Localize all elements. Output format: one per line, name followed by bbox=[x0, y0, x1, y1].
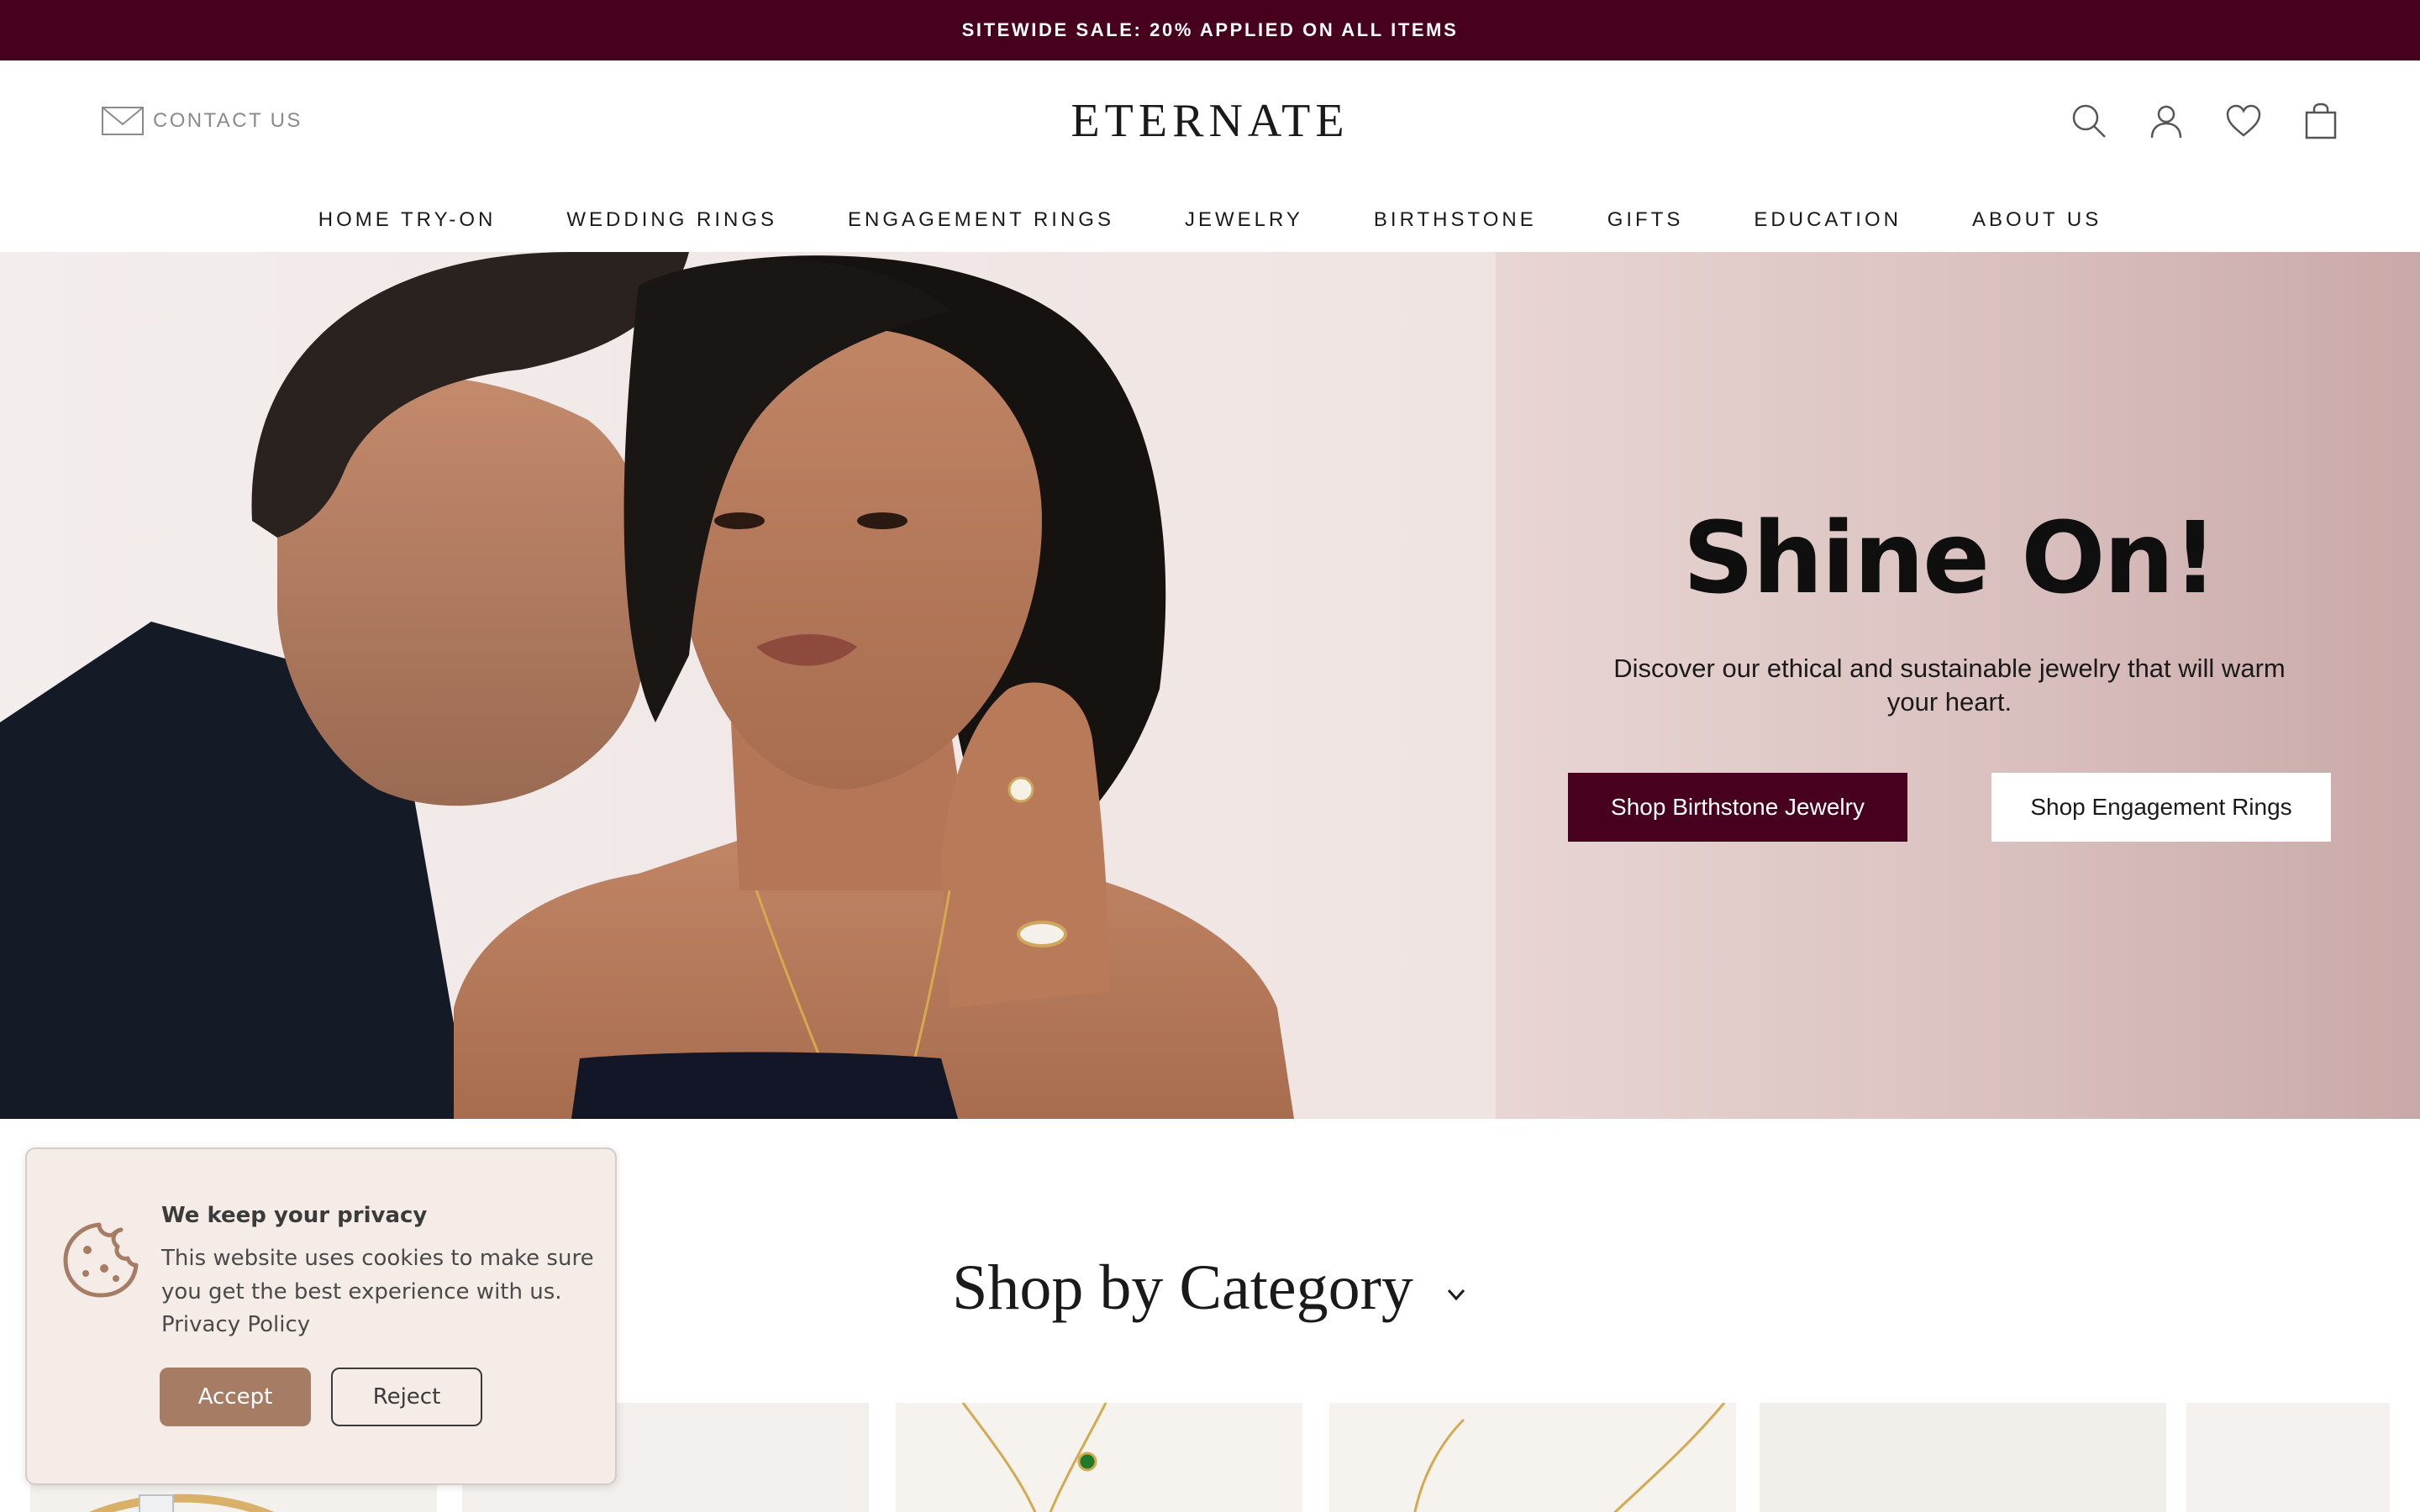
hero-banner: Shine On! Discover our ethical and susta… bbox=[0, 252, 2420, 1119]
hero-title: Shine On! bbox=[1682, 500, 2218, 616]
promo-text: SITEWIDE SALE: 20% APPLIED ON ALL ITEMS bbox=[961, 19, 1459, 40]
category-card-necklaces[interactable] bbox=[1329, 1403, 1736, 1512]
cookie-consent-banner: We keep your privacy This website uses c… bbox=[25, 1147, 617, 1485]
nav-item-about-us[interactable]: ABOUT US bbox=[1937, 208, 2137, 232]
cart-button[interactable] bbox=[2302, 101, 2339, 141]
site-header: CONTACT US ETERNATE HOME TRY-ON WEDDING … bbox=[0, 60, 2420, 252]
main-nav: HOME TRY-ON WEDDING RINGS ENGAGEMENT RIN… bbox=[0, 208, 2420, 232]
nav-item-jewelry[interactable]: JEWELRY bbox=[1150, 208, 1339, 232]
category-card-6[interactable] bbox=[2186, 1403, 2390, 1512]
account-icon bbox=[2150, 105, 2182, 139]
contact-us-link[interactable]: CONTACT US bbox=[101, 106, 302, 136]
shop-birthstone-jewelry-button[interactable]: Shop Birthstone Jewelry bbox=[1568, 772, 1907, 842]
hero-couple-photo bbox=[0, 252, 1496, 1119]
promo-bar: SITEWIDE SALE: 20% APPLIED ON ALL ITEMS bbox=[0, 0, 2420, 60]
cookie-title: We keep your privacy bbox=[161, 1203, 428, 1228]
accept-cookies-button[interactable]: Accept bbox=[160, 1368, 311, 1426]
logo-wrap: ETERNATE bbox=[0, 94, 2420, 148]
heart-icon bbox=[2226, 104, 2261, 137]
reject-cookies-button[interactable]: Reject bbox=[331, 1368, 482, 1426]
hero-subtitle: Discover our ethical and sustainable jew… bbox=[1613, 653, 2286, 717]
search-button[interactable] bbox=[2070, 101, 2107, 141]
search-icon bbox=[2072, 104, 2106, 138]
category-card-birthstone[interactable] bbox=[896, 1403, 1302, 1512]
shopping-bag-icon bbox=[2305, 102, 2337, 139]
category-card-5[interactable] bbox=[1760, 1403, 2166, 1512]
hero-copy: Shine On! Discover our ethical and susta… bbox=[1546, 500, 2353, 842]
section-title-text: Shop by Category bbox=[952, 1252, 1413, 1323]
nav-item-wedding-rings[interactable]: WEDDING RINGS bbox=[531, 208, 813, 232]
contact-us-label: CONTACT US bbox=[153, 109, 302, 132]
nav-item-birthstone[interactable]: BIRTHSTONE bbox=[1339, 208, 1572, 232]
nav-item-gifts[interactable]: GIFTS bbox=[1572, 208, 1719, 232]
nav-item-home-try-on[interactable]: HOME TRY-ON bbox=[283, 208, 532, 232]
header-actions bbox=[2070, 101, 2339, 141]
site-logo[interactable]: ETERNATE bbox=[1071, 95, 1349, 147]
wishlist-button[interactable] bbox=[2225, 101, 2262, 141]
cookie-text: This website uses cookies to make sure y… bbox=[161, 1246, 594, 1305]
privacy-policy-link[interactable]: Privacy Policy bbox=[161, 1312, 310, 1337]
shop-engagement-rings-button[interactable]: Shop Engagement Rings bbox=[1991, 772, 2331, 842]
mail-icon bbox=[102, 107, 144, 135]
nav-item-education[interactable]: EDUCATION bbox=[1718, 208, 1937, 232]
nav-item-engagement-rings[interactable]: ENGAGEMENT RINGS bbox=[813, 208, 1150, 232]
account-button[interactable] bbox=[2148, 101, 2185, 141]
chevron-down-icon[interactable] bbox=[1444, 1283, 1468, 1306]
cookie-icon bbox=[63, 1222, 139, 1298]
hero-buttons: Shop Birthstone Jewelry Shop Engagement … bbox=[1546, 772, 2353, 842]
